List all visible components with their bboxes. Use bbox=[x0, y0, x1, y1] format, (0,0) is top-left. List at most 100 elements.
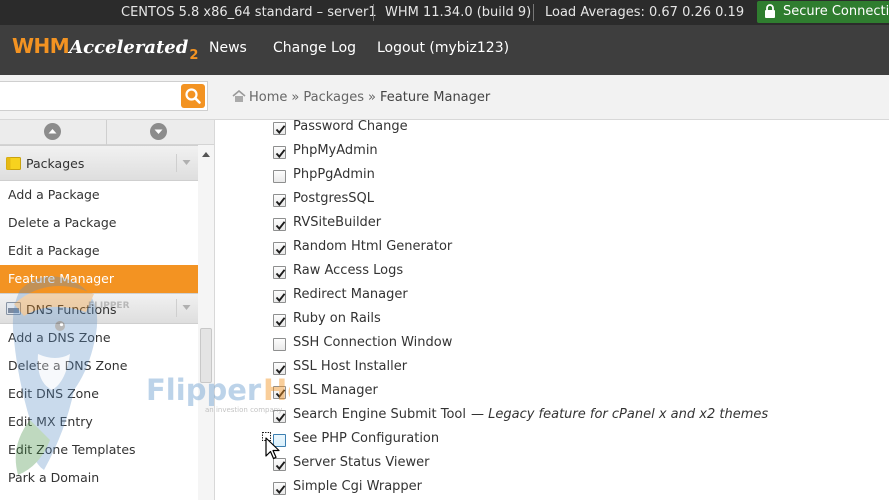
nav-logout-link[interactable]: Logout (mybiz123) bbox=[377, 40, 509, 56]
feature-label[interactable]: Random Html Generator bbox=[293, 239, 452, 254]
feature-label[interactable]: Raw Access Logs bbox=[293, 263, 403, 278]
feature-row-ssh-connection-window: SSH Connection Window bbox=[216, 332, 889, 356]
feature-name: Password Change bbox=[293, 120, 408, 134]
sidebar-item-park-domain[interactable]: Park a Domain bbox=[0, 464, 198, 492]
feature-name: Redirect Manager bbox=[293, 287, 408, 302]
feature-row-server-status-viewer: Server Status Viewer bbox=[216, 452, 889, 476]
scroll-up-arrow-icon[interactable] bbox=[202, 152, 210, 157]
feature-checkbox-phppgadmin[interactable] bbox=[273, 170, 286, 183]
breadcrumb-home-link[interactable]: Home bbox=[249, 90, 287, 105]
sidebar-item-add-package[interactable]: Add a Package bbox=[0, 181, 198, 209]
feature-label[interactable]: Password Change bbox=[293, 120, 408, 134]
whm-logo[interactable]: WHMAccelerated2 bbox=[12, 34, 198, 66]
scrollbar-thumb[interactable] bbox=[200, 328, 212, 383]
checkmark-icon bbox=[275, 389, 286, 399]
dns-icon bbox=[6, 302, 21, 315]
feature-name: Server Status Viewer bbox=[293, 455, 430, 470]
feature-checkbox-ssl-manager[interactable] bbox=[273, 386, 286, 399]
feature-label[interactable]: See PHP Configuration bbox=[293, 431, 439, 446]
feature-name: RVSiteBuilder bbox=[293, 215, 382, 230]
feature-row-rvsitebuilder: RVSiteBuilder bbox=[216, 212, 889, 236]
feature-name: Random Html Generator bbox=[293, 239, 453, 254]
logo-main-text: WHM bbox=[12, 34, 70, 58]
nav-change-log-link[interactable]: Change Log bbox=[273, 40, 356, 56]
feature-checkbox-phpmyadmin[interactable] bbox=[273, 146, 286, 159]
feature-label[interactable]: RVSiteBuilder bbox=[293, 215, 381, 230]
feature-checkbox-ssl-host-installer[interactable] bbox=[273, 362, 286, 375]
feature-label[interactable]: SSH Connection Window bbox=[293, 335, 452, 350]
feature-label[interactable]: Redirect Manager bbox=[293, 287, 408, 302]
sidebar-item-edit-package[interactable]: Edit a Package bbox=[0, 237, 198, 265]
feature-checkbox-search-engine-submit-tool[interactable] bbox=[273, 410, 286, 423]
feature-checkbox-redirect-manager[interactable] bbox=[273, 290, 286, 303]
sub-header: Home» Packages» Feature Manager bbox=[0, 75, 889, 120]
sidebar-item-delete-package[interactable]: Delete a Package bbox=[0, 209, 198, 237]
sidebar-group-packages[interactable]: Packages bbox=[0, 145, 198, 181]
feature-name: PhpPgAdmin bbox=[293, 167, 375, 182]
sidebar-scrollbar[interactable] bbox=[198, 145, 214, 500]
feature-label[interactable]: PhpPgAdmin bbox=[293, 167, 375, 182]
feature-row-redirect-manager: Redirect Manager bbox=[216, 284, 889, 308]
checkmark-icon bbox=[275, 317, 286, 327]
search-box bbox=[0, 81, 208, 111]
feature-checkbox-simple-cgi-wrapper[interactable] bbox=[273, 482, 286, 495]
feature-note: — Legacy feature for cPanel x and x2 the… bbox=[470, 407, 769, 422]
breadcrumb-separator: » bbox=[291, 90, 300, 105]
feature-label[interactable]: Ruby on Rails bbox=[293, 311, 381, 326]
feature-row-raw-access-logs: Raw Access Logs bbox=[216, 260, 889, 284]
checkmark-icon bbox=[275, 269, 286, 279]
sidebar-item-edit-dns-zone[interactable]: Edit DNS Zone bbox=[0, 380, 198, 408]
sidebar-item-add-dns-zone[interactable]: Add a DNS Zone bbox=[0, 324, 198, 352]
sidebar-item-edit-mx-entry[interactable]: Edit MX Entry bbox=[0, 408, 198, 436]
feature-label[interactable]: Server Status Viewer bbox=[293, 455, 430, 470]
checkmark-icon bbox=[275, 413, 286, 423]
feature-list: Password Change PhpMyAdmin PhpPgAdmin Postg… bbox=[216, 120, 889, 500]
search-button[interactable] bbox=[181, 84, 205, 108]
feature-checkbox-rvsitebuilder[interactable] bbox=[273, 218, 286, 231]
checkmark-icon bbox=[275, 125, 286, 135]
search-icon bbox=[185, 88, 201, 104]
feature-label[interactable]: Search Engine Submit Tool — Legacy featur… bbox=[293, 407, 768, 422]
feature-name: SSH Connection Window bbox=[293, 335, 453, 350]
whm-version: WHM 11.34.0 (build 9) bbox=[385, 5, 532, 20]
chevron-down-icon[interactable] bbox=[176, 299, 194, 317]
checkmark-icon bbox=[275, 197, 286, 207]
feature-checkbox-password-change[interactable] bbox=[273, 122, 286, 135]
feature-checkbox-postgressql[interactable] bbox=[273, 194, 286, 207]
feature-row-phpmyadmin: PhpMyAdmin bbox=[216, 140, 889, 164]
sidebar-divider bbox=[106, 120, 107, 145]
sidebar-group-dns-functions[interactable]: DNS Functions bbox=[0, 293, 198, 324]
nav-news-link[interactable]: News bbox=[209, 40, 247, 56]
sidebar-item-delete-dns-zone[interactable]: Delete a DNS Zone bbox=[0, 352, 198, 380]
feature-label[interactable]: PostgresSQL bbox=[293, 191, 374, 206]
feature-row-ssl-host-installer: SSL Host Installer bbox=[216, 356, 889, 380]
packages-icon bbox=[6, 157, 21, 170]
feature-checkbox-raw-access-logs[interactable] bbox=[273, 266, 286, 279]
checkmark-icon bbox=[275, 221, 286, 231]
sidebar-scroll-controls bbox=[0, 120, 214, 145]
breadcrumb-packages-link[interactable]: Packages bbox=[303, 90, 364, 105]
feature-checkbox-ssh-connection-window[interactable] bbox=[273, 338, 286, 351]
feature-label[interactable]: SSL Host Installer bbox=[293, 359, 407, 374]
secure-connection-badge[interactable]: Secure Connection bbox=[757, 1, 889, 23]
feature-name: SSL Host Installer bbox=[293, 359, 408, 374]
feature-checkbox-ruby-on-rails[interactable] bbox=[273, 314, 286, 327]
feature-label[interactable]: Simple Cgi Wrapper bbox=[293, 479, 422, 494]
feature-name: Simple Cgi Wrapper bbox=[293, 479, 423, 494]
chevron-down-icon[interactable] bbox=[176, 154, 194, 172]
status-divider bbox=[533, 4, 534, 21]
sidebar-scroll-down-button[interactable] bbox=[150, 123, 167, 140]
sidebar-item-edit-zone-templates[interactable]: Edit Zone Templates bbox=[0, 436, 198, 464]
sidebar-menu: Packages Add a Package Delete a Package … bbox=[0, 145, 198, 492]
logo-accent-text: Accelerated bbox=[69, 37, 189, 58]
search-input[interactable] bbox=[0, 82, 178, 110]
feature-label[interactable]: SSL Manager bbox=[293, 383, 378, 398]
breadcrumb-current: Feature Manager bbox=[380, 90, 491, 105]
feature-label[interactable]: PhpMyAdmin bbox=[293, 143, 378, 158]
feature-checkbox-random-html-generator[interactable] bbox=[273, 242, 286, 255]
sidebar-scroll-up-button[interactable] bbox=[44, 123, 61, 140]
feature-row-postgressql: PostgresSQL bbox=[216, 188, 889, 212]
breadcrumb: Home» Packages» Feature Manager bbox=[232, 90, 490, 105]
feature-name: Ruby on Rails bbox=[293, 311, 381, 326]
sidebar-item-feature-manager[interactable]: Feature Manager bbox=[0, 265, 198, 293]
